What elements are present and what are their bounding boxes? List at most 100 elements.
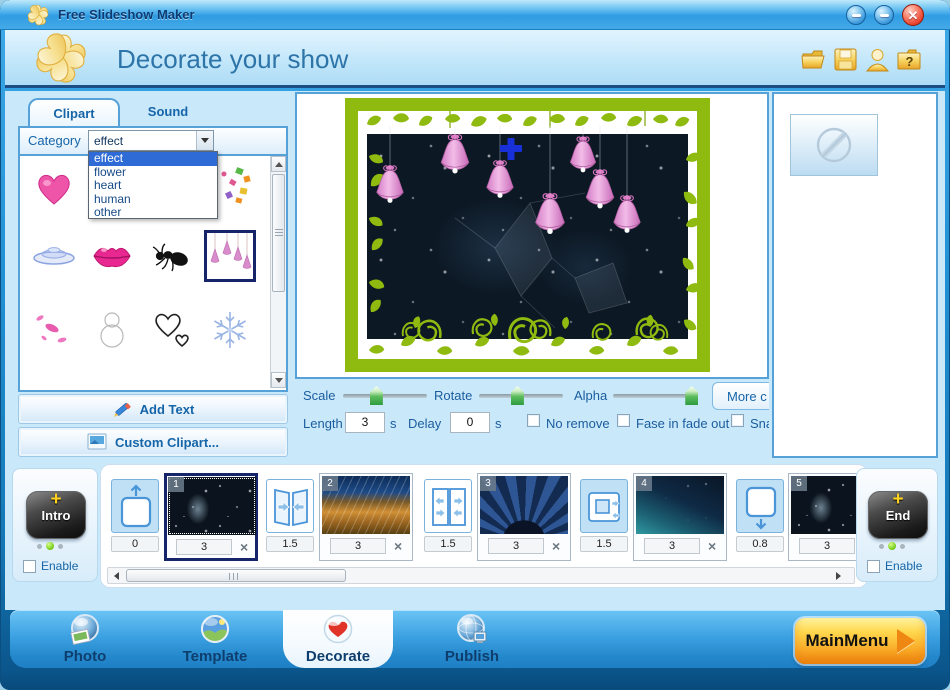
end-enable-checkbox[interactable]: [867, 560, 880, 573]
timeline-scrollbar-thumb[interactable]: [126, 569, 346, 582]
intro-button[interactable]: + Intro: [26, 491, 86, 539]
end-enable-label[interactable]: Enable: [885, 559, 922, 573]
dropdown-option-human[interactable]: human: [89, 193, 217, 207]
minimize-button[interactable]: [846, 5, 866, 25]
chevron-down-icon[interactable]: [196, 131, 213, 150]
end-button[interactable]: + End: [868, 491, 928, 539]
timeline-transition-2[interactable]: 1.5: [266, 479, 314, 552]
no-remove-checkbox[interactable]: [527, 414, 540, 427]
more-colors-button[interactable]: More c: [712, 382, 769, 410]
delete-photo-icon[interactable]: ×: [240, 540, 248, 554]
no-remove-label[interactable]: No remove: [546, 416, 610, 431]
scale-slider-thumb[interactable]: [370, 386, 383, 405]
timeline-photo-4[interactable]: 4 3 ×: [633, 473, 727, 561]
dropdown-option-effect[interactable]: effect: [89, 152, 217, 166]
nav-tab-template[interactable]: Template: [170, 613, 260, 665]
dropdown-option-heart[interactable]: heart: [89, 179, 217, 193]
decoration-list-panel: [772, 92, 938, 458]
category-value: effect: [94, 134, 123, 148]
bottom-nav: Photo Template Decorate: [10, 610, 940, 668]
nav-tab-publish[interactable]: Publish: [427, 613, 517, 665]
timeline-photo-2[interactable]: 2 3 ×: [319, 473, 413, 561]
scroll-down-icon[interactable]: [271, 372, 286, 388]
scroll-right-icon[interactable]: [830, 568, 846, 583]
rotate-slider[interactable]: [479, 394, 563, 398]
nav-tab-photo[interactable]: Photo: [40, 613, 130, 665]
clipart-item-petals[interactable]: [28, 304, 80, 356]
main-menu-button[interactable]: MainMenu: [795, 618, 925, 664]
clipart-item-lips[interactable]: [86, 232, 138, 284]
clipart-item-partial-butterfly[interactable]: [86, 378, 138, 392]
dropdown-option-flower[interactable]: flower: [89, 166, 217, 180]
timeline-photo-1[interactable]: 1 3 ×: [164, 473, 258, 561]
maximize-icon: [880, 14, 889, 17]
clipart-scrollbar[interactable]: [270, 156, 286, 388]
rotate-slider-thumb[interactable]: [511, 386, 524, 405]
none-icon: [812, 123, 856, 167]
clipart-item-heart[interactable]: [28, 164, 80, 216]
delete-photo-icon[interactable]: ×: [394, 539, 402, 553]
tab-clipart[interactable]: Clipart: [28, 98, 120, 126]
delete-photo-icon[interactable]: ×: [552, 539, 560, 553]
clipart-item-hearts-outline[interactable]: [146, 304, 198, 356]
close-button[interactable]: ✕: [902, 4, 924, 26]
decoration-controls: Scale Rotate Alpha More c Length 3 s Del…: [295, 380, 769, 448]
add-text-button[interactable]: Add Text: [18, 394, 288, 424]
timeline-transition-1[interactable]: 0: [111, 479, 159, 552]
delay-input[interactable]: 0: [450, 412, 490, 433]
clipart-item-snowflake[interactable]: [204, 304, 256, 356]
snap-label[interactable]: Snap to pho: [750, 416, 769, 431]
title-bar[interactable]: Free Slideshow Maker ✕: [0, 0, 950, 30]
scroll-up-icon[interactable]: [271, 156, 286, 172]
app-window: Free Slideshow Maker ✕ Decorate your sho…: [0, 0, 950, 690]
snap-checkbox[interactable]: [731, 414, 744, 427]
plus-cursor-icon: [500, 138, 522, 160]
dropdown-option-other[interactable]: other: [89, 206, 217, 220]
timeline-transition-3[interactable]: 1.5: [424, 479, 472, 552]
close-icon: ✕: [908, 9, 919, 22]
clipart-item-snowman[interactable]: [86, 304, 138, 356]
help-icon[interactable]: ?: [896, 46, 923, 73]
clipart-item-ant[interactable]: [146, 232, 198, 284]
end-section: + End Enable: [856, 468, 938, 582]
photo-tab-icon: [68, 613, 102, 647]
arrow-right-icon: [897, 629, 915, 653]
timeline-photo-3[interactable]: 3 3 ×: [477, 473, 571, 561]
pencil-icon: [112, 399, 132, 419]
clipart-item-partial-splash[interactable]: [146, 378, 198, 392]
no-decoration-tile[interactable]: [790, 114, 878, 176]
length-unit: s: [390, 416, 397, 431]
scale-label: Scale: [303, 388, 336, 403]
photo-duration[interactable]: 3: [176, 539, 232, 555]
category-dropdown[interactable]: effect: [88, 130, 214, 151]
end-enable-row: Enable: [867, 559, 922, 573]
slide-preview[interactable]: [345, 98, 710, 372]
maximize-button[interactable]: [874, 5, 894, 25]
user-icon[interactable]: [864, 46, 891, 73]
tab-sound[interactable]: Sound: [128, 98, 208, 126]
plus-icon: +: [868, 491, 928, 509]
decorate-tab-icon: [321, 613, 355, 647]
fade-checkbox[interactable]: [617, 414, 630, 427]
intro-enable-label[interactable]: Enable: [41, 559, 78, 573]
length-input[interactable]: 3: [345, 412, 385, 433]
clipart-item-rings[interactable]: [28, 232, 80, 284]
timeline-scrollbar[interactable]: [107, 567, 855, 584]
scrollbar-thumb[interactable]: [272, 174, 285, 292]
intro-enable-checkbox[interactable]: [23, 560, 36, 573]
timeline-transition-4[interactable]: 1.5: [580, 479, 628, 552]
custom-clipart-button[interactable]: Custom Clipart...: [18, 427, 288, 457]
alpha-slider-thumb[interactable]: [685, 386, 698, 405]
save-icon[interactable]: [832, 46, 859, 73]
clipart-item-partial-grass[interactable]: [204, 378, 256, 392]
delete-photo-icon[interactable]: ×: [708, 539, 716, 553]
delay-unit: s: [495, 416, 502, 431]
timeline-transition-5[interactable]: 0.8: [736, 479, 784, 552]
clipart-item-bells-selected[interactable]: [204, 230, 256, 282]
scroll-left-icon[interactable]: [108, 568, 124, 583]
nav-tab-decorate[interactable]: Decorate: [293, 613, 383, 665]
open-folder-icon[interactable]: [800, 46, 827, 73]
scale-slider[interactable]: [343, 394, 427, 398]
alpha-slider[interactable]: [613, 394, 697, 398]
fade-label[interactable]: Fase in fade out: [636, 416, 729, 431]
